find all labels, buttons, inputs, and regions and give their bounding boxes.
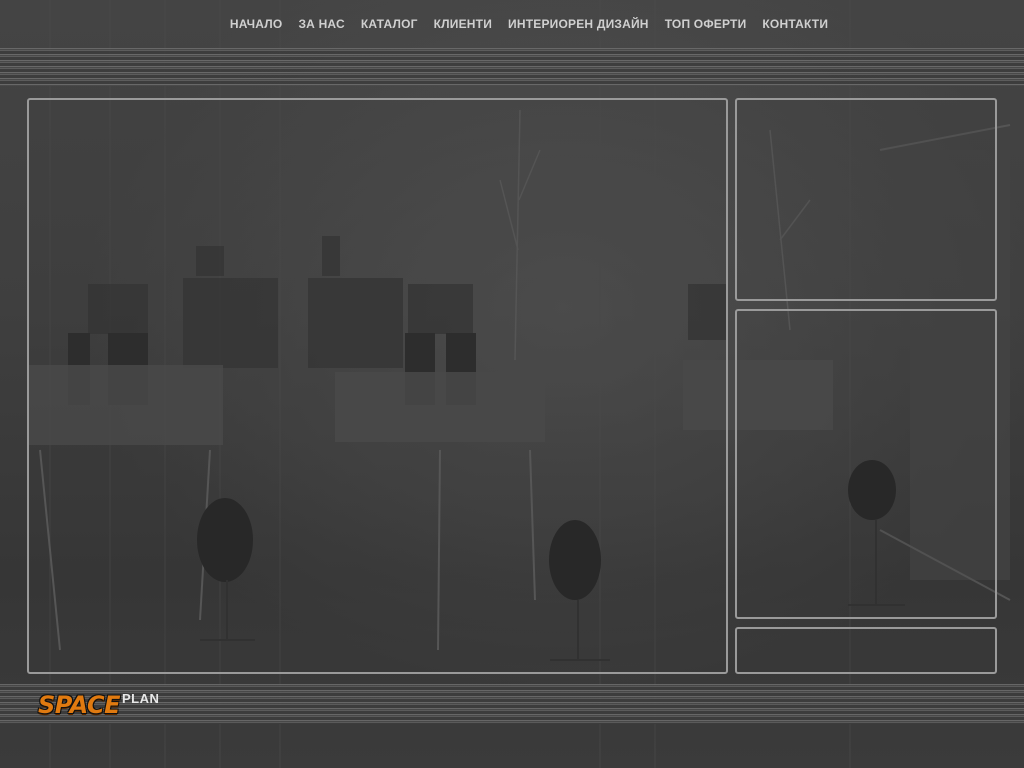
nav-item-interior-design[interactable]: ИНТЕРИОРЕН ДИЗАЙН [500, 17, 657, 31]
sidebar-top-panel [735, 98, 997, 301]
header-stripe-band [0, 48, 1024, 86]
spaceplan-logo[interactable]: SPACE PLAN [38, 690, 159, 720]
nav-item-top-offers[interactable]: ТОП ОФЕРТИ [657, 17, 755, 31]
sidebar-bottom-panel [735, 627, 997, 674]
nav-list: НАЧАЛО ЗА НАС КАТАЛОГ КЛИЕНТИ ИНТЕРИОРЕН… [222, 17, 836, 31]
page: НАЧАЛО ЗА НАС КАТАЛОГ КЛИЕНТИ ИНТЕРИОРЕН… [0, 0, 1024, 768]
nav-item-contacts[interactable]: КОНТАКТИ [754, 17, 836, 31]
logo-plan-text: PLAN [122, 691, 160, 706]
nav-item-catalog[interactable]: КАТАЛОГ [353, 17, 426, 31]
nav-item-clients[interactable]: КЛИЕНТИ [426, 17, 500, 31]
main-navigation: НАЧАЛО ЗА НАС КАТАЛОГ КЛИЕНТИ ИНТЕРИОРЕН… [0, 0, 1024, 48]
sidebar-middle-panel [735, 309, 997, 619]
nav-item-about[interactable]: ЗА НАС [290, 17, 352, 31]
main-content-panel [27, 98, 728, 674]
nav-item-home[interactable]: НАЧАЛО [222, 17, 291, 31]
logo-space-text: SPACE [38, 691, 121, 719]
